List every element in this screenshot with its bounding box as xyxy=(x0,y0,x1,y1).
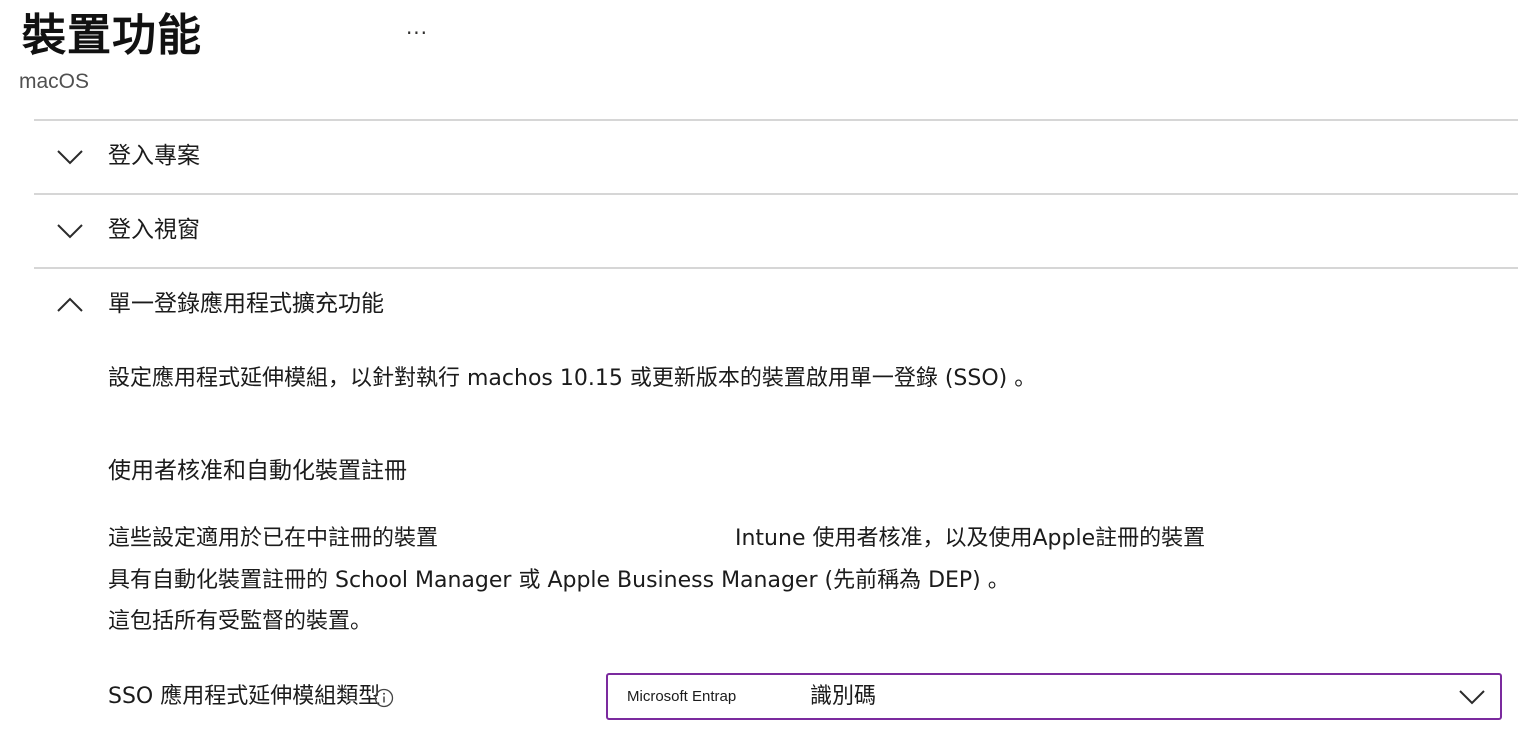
chevron-up-icon xyxy=(57,297,83,312)
accordion-header-login-window[interactable]: 登入視窗 xyxy=(34,194,1518,266)
more-options-button[interactable]: ··· xyxy=(400,18,434,48)
sso-description: 設定應用程式延伸模組，以針對執行 machos 10.15 或更新版本的裝置啟用… xyxy=(108,366,1037,391)
body-text-line-1a: 這些設定適用於已在中註冊的裝置 xyxy=(108,526,439,551)
dropdown-prefix-text: Microsoft Entrap xyxy=(627,688,737,705)
chevron-down-icon xyxy=(57,224,83,239)
sso-type-field-label: SSO 應用程式延伸模組類型 xyxy=(108,682,394,712)
dropdown-selected-value: 識別碼 xyxy=(810,684,877,709)
info-icon[interactable] xyxy=(374,688,394,708)
field-label-text: SSO 應用程式延伸模組類型 xyxy=(108,684,381,709)
accordion-label: 單一登錄應用程式擴充功能 xyxy=(108,291,384,317)
accordion-label: 登入專案 xyxy=(108,143,200,169)
accordion-header-sign-in-items[interactable]: 登入專案 xyxy=(34,120,1518,192)
page-subtitle: macOS xyxy=(19,70,90,93)
page-title: 裝置功能 xyxy=(22,10,202,61)
chevron-down-icon xyxy=(57,150,83,165)
body-text-line-3: 這包括所有受監督的裝置。 xyxy=(108,609,373,634)
body-text-line-1b: Intune 使用者核准，以及使用Apple註冊的裝置 xyxy=(735,526,1206,551)
chevron-down-icon xyxy=(1459,690,1485,705)
accordion-header-sso-extension[interactable]: 單一登錄應用程式擴充功能 xyxy=(34,268,1518,340)
accordion-label: 登入視窗 xyxy=(108,217,200,243)
section-heading: 使用者核准和自動化裝置註冊 xyxy=(108,458,407,484)
body-text-line-2: 具有自動化裝置註冊的 School Manager 或 Apple Busine… xyxy=(108,568,1010,593)
sso-type-dropdown[interactable]: Microsoft Entrap 識別碼 xyxy=(606,673,1502,720)
